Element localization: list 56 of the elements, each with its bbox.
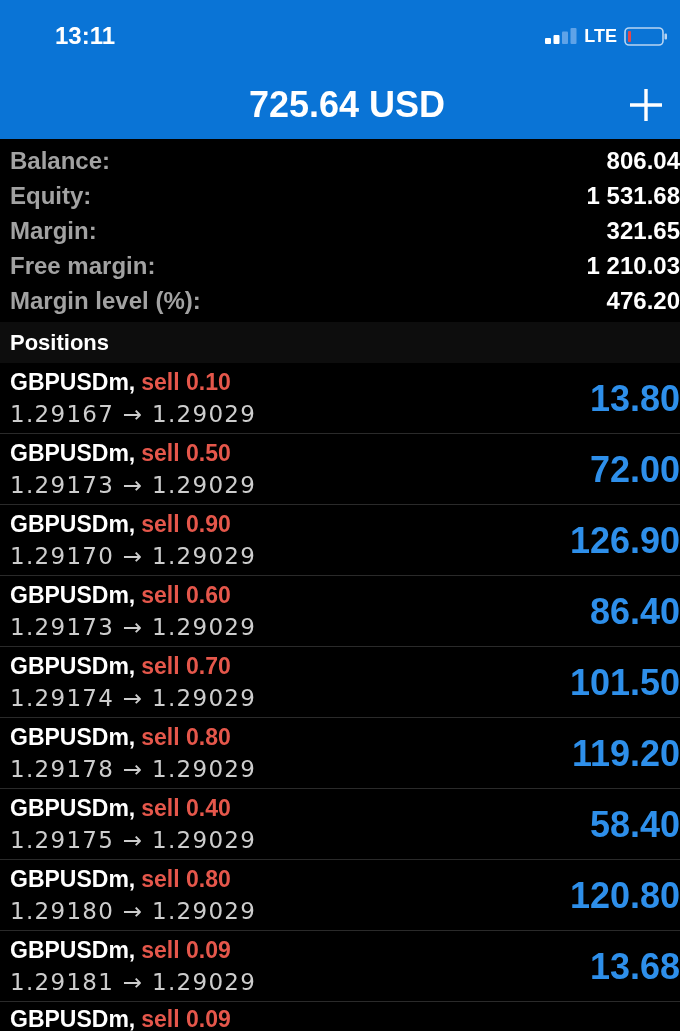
profit-value: 119.20	[571, 734, 680, 774]
status-time: 13:11	[55, 22, 116, 50]
order-text: sell 0.80	[141, 723, 231, 751]
section-header: Positions	[0, 322, 680, 363]
price-text: 1.29173 → 1.29029	[10, 471, 257, 500]
symbol-text: GBPUSDm,	[10, 581, 136, 609]
profit-value: 58.40	[589, 805, 680, 845]
summary-label: Margin level (%):	[10, 285, 201, 316]
order-text: sell 0.90	[141, 510, 231, 538]
summary-value: 321.65	[606, 215, 680, 246]
price-text: 1.29175 → 1.29029	[10, 826, 257, 855]
symbol-text: GBPUSDm,	[10, 368, 136, 396]
battery-icon	[624, 26, 668, 46]
summary-value: 1 531.68	[586, 180, 680, 211]
summary-label: Balance:	[10, 145, 111, 176]
symbol-text: GBPUSDm,	[10, 936, 136, 964]
symbol-text: GBPUSDm,	[10, 1008, 136, 1030]
profit-value: 13.80	[589, 379, 680, 419]
add-button[interactable]	[628, 86, 664, 123]
price-text: 1.29178 → 1.29029	[10, 755, 257, 784]
symbol-text: GBPUSDm,	[10, 439, 136, 467]
order-text: sell 0.70	[141, 652, 231, 680]
price-text: 1.29180 → 1.29029	[10, 897, 257, 926]
profit-value: 86.40	[589, 592, 680, 632]
summary-label: Free margin:	[10, 250, 156, 281]
order-text: sell 0.40	[141, 794, 231, 822]
summary-label: Margin:	[10, 215, 97, 246]
symbol-text: GBPUSDm,	[10, 794, 136, 822]
price-text: 1.29174 → 1.29029	[10, 684, 257, 713]
order-text: sell 0.09	[141, 936, 231, 964]
profit-value: 72.00	[589, 450, 680, 490]
order-text: sell 0.80	[141, 865, 231, 893]
order-text: sell 0.60	[141, 581, 231, 609]
network-label: LTE	[584, 26, 617, 46]
summary-value: 476.20	[606, 285, 680, 316]
price-text: 1.29170 → 1.29029	[10, 542, 257, 571]
summary-value: 1 210.03	[586, 250, 680, 281]
profit-value: 13.68	[589, 947, 680, 987]
symbol-text: GBPUSDm,	[10, 652, 136, 680]
symbol-text: GBPUSDm,	[10, 865, 136, 893]
symbol-text: GBPUSDm,	[10, 510, 136, 538]
price-text: 1.29173 → 1.29029	[10, 613, 257, 642]
price-text: 1.29181 → 1.29029	[10, 968, 257, 997]
signal-icon	[545, 28, 578, 44]
order-text: sell 0.10	[141, 368, 231, 396]
profit-value: 101.50	[569, 663, 680, 703]
price-text: 1.29167 → 1.29029	[10, 400, 257, 429]
plus-icon	[629, 87, 663, 122]
symbol-text: GBPUSDm,	[10, 723, 136, 751]
account-title: 725.64 USD	[248, 84, 446, 125]
order-text: sell 0.09	[141, 1008, 231, 1030]
profit-value: 120.80	[569, 876, 680, 916]
summary-value: 806.04	[606, 145, 680, 176]
profit-value: 126.90	[569, 521, 680, 561]
summary-label: Equity:	[10, 180, 92, 211]
order-text: sell 0.50	[141, 439, 231, 467]
